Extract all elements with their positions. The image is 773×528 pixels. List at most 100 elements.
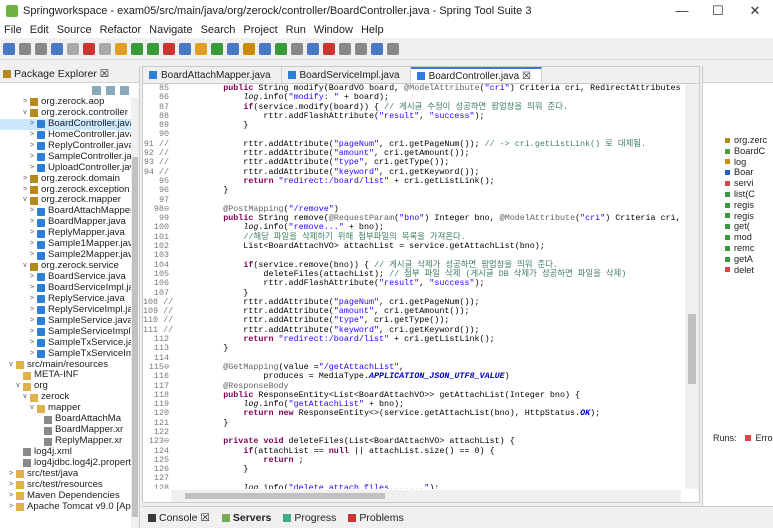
tree-toggle-icon[interactable]: v <box>21 108 29 119</box>
tree-item[interactable]: > org.zerock.exception <box>0 185 139 196</box>
tree-item[interactable]: > SampleTxService.java <box>0 338 139 349</box>
tree-toggle-icon[interactable]: > <box>28 228 36 239</box>
tree-toggle-icon[interactable]: > <box>28 152 36 163</box>
outline-item[interactable]: delet <box>703 265 773 276</box>
tree-toggle-icon[interactable]: > <box>21 185 29 196</box>
tree-item[interactable]: > src/test/resources <box>0 480 139 491</box>
package-explorer-scrollbar[interactable] <box>131 97 139 528</box>
tree-item[interactable]: > UploadController.java <box>0 163 139 174</box>
menu-window[interactable]: Window <box>314 24 353 36</box>
bottom-tab-console[interactable]: Console ☒ <box>148 512 210 524</box>
tree-toggle-icon[interactable]: > <box>28 250 36 261</box>
tree-toggle-icon[interactable]: > <box>28 338 36 349</box>
toolbar-icon[interactable] <box>35 42 47 55</box>
outline-item[interactable]: regis <box>703 200 773 211</box>
tree-item[interactable]: > SampleServiceImpl.jav <box>0 327 139 338</box>
link-editor-icon[interactable] <box>106 85 115 95</box>
editor-vertical-scrollbar[interactable] <box>685 84 699 489</box>
tree-item[interactable]: > BoardServiceImpl.java <box>0 283 139 294</box>
toolbar-icon[interactable] <box>355 42 367 55</box>
tree-item[interactable]: > Sample2Mapper.java <box>0 250 139 261</box>
scrollbar-thumb[interactable] <box>688 314 696 384</box>
tree-toggle-icon[interactable]: > <box>28 217 36 228</box>
menu-file[interactable]: File <box>4 24 22 36</box>
menu-source[interactable]: Source <box>57 24 92 36</box>
view-menu-icon[interactable] <box>120 85 129 95</box>
menu-help[interactable]: Help <box>361 24 384 36</box>
toolbar-icon[interactable] <box>339 42 351 55</box>
bottom-tab-servers[interactable]: Servers <box>221 512 271 524</box>
tree-toggle-icon[interactable]: v <box>21 261 29 272</box>
tree-item[interactable]: > BoardController.java <box>0 118 139 130</box>
tree-toggle-icon[interactable]: v <box>14 381 22 392</box>
tree-toggle-icon[interactable]: > <box>28 206 36 217</box>
menu-navigate[interactable]: Navigate <box>149 24 192 36</box>
tree-item[interactable]: v zerock <box>0 392 139 403</box>
tree-toggle-icon[interactable]: > <box>28 349 36 360</box>
tree-toggle-icon[interactable]: v <box>21 392 29 403</box>
tree-toggle-icon[interactable]: v <box>21 195 29 206</box>
tree-toggle-icon[interactable]: > <box>28 283 36 294</box>
outline-item[interactable]: regis <box>703 211 773 222</box>
tree-toggle-icon[interactable]: > <box>28 294 36 305</box>
close-button[interactable]: ✕ <box>737 0 773 22</box>
tree-item[interactable]: META-INF <box>0 370 139 381</box>
editor-tab[interactable]: BoardServiceImpl.java <box>282 67 411 83</box>
tree-item[interactable]: BoardAttachMa <box>0 414 139 425</box>
tree-toggle-icon[interactable]: > <box>21 97 29 108</box>
outline-item[interactable]: log <box>703 157 773 168</box>
tree-item[interactable]: v mapper <box>0 403 139 414</box>
menu-run[interactable]: Run <box>286 24 306 36</box>
toolbar-icon[interactable] <box>227 42 239 55</box>
toolbar-icon[interactable] <box>67 42 79 55</box>
menu-edit[interactable]: Edit <box>30 24 49 36</box>
tree-item[interactable]: > Maven Dependencies <box>0 491 139 502</box>
tree-toggle-icon[interactable]: > <box>28 141 36 152</box>
tree-toggle-icon[interactable]: > <box>28 272 36 283</box>
tree-item[interactable]: > org.zerock.domain <box>0 174 139 185</box>
toolbar-icon[interactable] <box>211 42 223 55</box>
editor-tab[interactable]: BoardAttachMapper.java <box>143 67 282 83</box>
tree-toggle-icon[interactable]: > <box>21 174 29 185</box>
tree-toggle-icon[interactable]: > <box>28 327 36 338</box>
toolbar-icon[interactable] <box>323 42 335 55</box>
tree-item[interactable]: > ReplyMapper.java <box>0 228 139 239</box>
tree-item[interactable]: v org <box>0 381 139 392</box>
package-explorer-tab[interactable]: Package Explorer ☒ <box>0 66 139 83</box>
tree-item[interactable]: > ReplyServiceImpl.java <box>0 305 139 316</box>
tree-toggle-icon[interactable]: > <box>7 502 15 513</box>
tree-item[interactable]: > src/test/java <box>0 469 139 480</box>
editor-horizontal-scrollbar[interactable] <box>171 490 681 502</box>
toolbar-icon[interactable] <box>83 42 95 55</box>
toolbar-icon[interactable] <box>131 42 143 55</box>
toolbar-icon[interactable] <box>259 42 271 55</box>
toolbar-icon[interactable] <box>163 42 175 55</box>
tree-item[interactable]: > Apache Tomcat v9.0 [Apacl <box>0 502 139 513</box>
tree-toggle-icon[interactable]: > <box>7 480 15 491</box>
bottom-tab-problems[interactable]: Problems <box>348 512 404 524</box>
toolbar-icon[interactable] <box>115 42 127 55</box>
outline-item[interactable]: remc <box>703 243 773 254</box>
toolbar-icon[interactable] <box>243 42 255 55</box>
tree-toggle-icon[interactable]: > <box>28 239 36 250</box>
tree-toggle-icon[interactable]: > <box>28 119 36 130</box>
editor-tab[interactable]: BoardController.java ☒ <box>410 67 542 83</box>
menu-project[interactable]: Project <box>243 24 277 36</box>
tree-toggle-icon[interactable]: v <box>28 403 36 414</box>
tree-item[interactable]: v org.zerock.controller <box>0 108 139 119</box>
tree-item[interactable]: > ReplyService.java <box>0 294 139 305</box>
outline-item[interactable]: mod <box>703 232 773 243</box>
toolbar-icon[interactable] <box>147 42 159 55</box>
tree-toggle-icon[interactable]: > <box>28 163 36 174</box>
tree-item[interactable]: > org.zerock.aop <box>0 97 139 108</box>
tree-item[interactable]: ReplyMapper.xr <box>0 436 139 447</box>
toolbar-icon[interactable] <box>51 42 63 55</box>
tree-item[interactable]: > HomeController.java <box>0 130 139 141</box>
outline-item[interactable]: org.zerc <box>703 135 773 146</box>
outline-item[interactable]: BoardC <box>703 146 773 157</box>
scrollbar-thumb[interactable] <box>185 493 385 499</box>
toolbar-icon[interactable] <box>307 42 319 55</box>
tree-item[interactable]: v org.zerock.service <box>0 261 139 272</box>
tree-item[interactable]: log4j.xml <box>0 447 139 458</box>
tree-item[interactable]: > Sample1Mapper.java <box>0 239 139 250</box>
